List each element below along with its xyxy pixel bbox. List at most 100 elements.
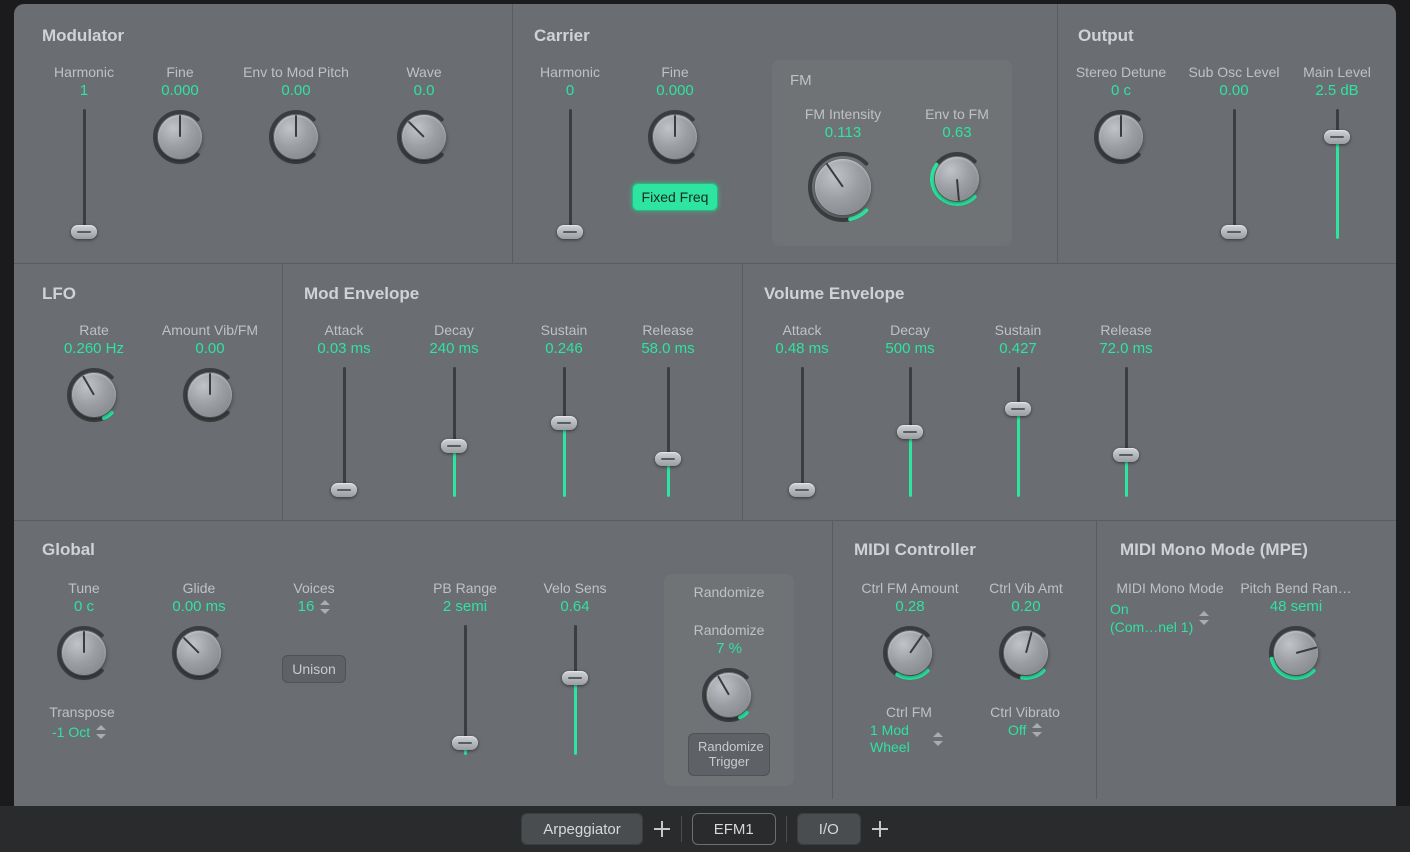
ctrl-vib-amt[interactable]: Ctrl Vib Amt 0.20 [976,580,1076,681]
output-stereo-detune-knob[interactable] [1093,109,1149,165]
modulator-fine-knob[interactable] [152,109,208,165]
output-main-level-slider[interactable] [1327,109,1347,239]
modulator-env-to-mod-pitch-knob[interactable] [268,109,324,165]
footer-separator [681,816,682,842]
global-transpose-select[interactable]: -1 Oct [52,724,106,740]
lfo-amount[interactable]: Amount Vib/FM 0.00 [150,322,270,423]
carrier-fine-knob[interactable] [647,109,703,165]
mpe-pitch-bend-range[interactable]: Pitch Bend Ran… 48 semi [1236,580,1356,681]
footer-bar: Arpeggiator EFM1 I/O [0,806,1410,852]
randomize-knob[interactable] [701,667,757,723]
footer-separator [786,816,787,842]
output-main-level[interactable]: Main Level 2.5 dB [1292,64,1382,239]
modulator-wave-knob[interactable] [396,109,452,165]
modulator-wave-label: Wave [406,64,441,80]
modulator-env-to-mod-pitch-label: Env to Mod Pitch [243,64,349,80]
midi-mono-mode-select[interactable]: On (Com…nel 1) [1110,600,1220,636]
output-sub-osc-slider[interactable] [1224,109,1244,239]
fm-intensity-value: 0.113 [825,124,861,141]
ctrl-fm-label: Ctrl FM [864,704,954,720]
output-main-level-value: 2.5 dB [1315,82,1358,99]
modulator-fine-value: 0.000 [161,82,199,99]
lfo-rate-label: Rate [79,322,109,338]
output-main-level-label: Main Level [1303,64,1371,80]
global-glide-knob[interactable] [171,625,227,681]
section-title-modulator: Modulator [42,26,124,46]
unison-button[interactable]: Unison [282,655,346,683]
carrier-fine[interactable]: Fine 0.000 Fixed Freq [630,64,720,211]
global-velo-sens[interactable]: Velo Sens 0.64 [530,580,620,755]
io-button[interactable]: I/O [797,813,861,845]
ctrl-vibrato-select[interactable]: Off [1008,722,1042,738]
chevrons-icon [1199,611,1209,625]
section-title-mod-envelope: Mod Envelope [304,284,419,304]
env-to-fm-label: Env to FM [925,106,989,122]
ctrl-fm-select[interactable]: 1 Mod Wheel [870,722,940,756]
output-sub-osc-level-label: Sub Osc Level [1188,64,1279,80]
arpeggiator-button[interactable]: Arpeggiator [521,813,643,845]
carrier-fine-label: Fine [661,64,688,80]
lfo-rate-knob[interactable] [66,367,122,423]
ctrl-fm-amount-knob[interactable] [882,625,938,681]
modulator-fine[interactable]: Fine 0.000 [140,64,220,165]
mod-env-sustain[interactable]: Sustain 0.246 [524,322,604,497]
vol-env-decay-slider[interactable] [900,367,920,497]
mpe-pitch-bend-range-knob[interactable] [1268,625,1324,681]
mod-env-attack[interactable]: Attack 0.03 ms [304,322,384,497]
chevrons-icon [1032,723,1042,737]
section-title-midi-controller: MIDI Controller [854,540,976,560]
lfo-amount-value: 0.00 [195,340,224,357]
synth-panel: Modulator Harmonic 1 Fine 0.000 Env to M… [14,4,1396,848]
add-before-plus-icon[interactable] [653,820,671,838]
lfo-amount-knob[interactable] [182,367,238,423]
section-title-carrier: Carrier [534,26,590,46]
global-tune[interactable]: Tune 0 c [44,580,124,681]
midi-mono-mode-label: MIDI Mono Mode [1110,580,1230,596]
env-to-fm-value: 0.63 [942,124,971,141]
lfo-rate[interactable]: Rate 0.260 Hz [44,322,144,423]
mod-env-attack-slider[interactable] [334,367,354,497]
vol-env-release-slider[interactable] [1116,367,1136,497]
carrier-harmonic-slider[interactable] [560,109,580,239]
ctrl-fm-amount[interactable]: Ctrl FM Amount 0.28 [850,580,970,681]
modulator-wave[interactable]: Wave 0.0 [384,64,464,165]
modulator-fine-label: Fine [166,64,193,80]
carrier-harmonic[interactable]: Harmonic 0 [530,64,610,239]
fm-intensity[interactable]: FM Intensity 0.113 [788,106,898,223]
section-title-lfo: LFO [42,284,76,304]
vol-env-sustain-slider[interactable] [1008,367,1028,497]
vol-env-release[interactable]: Release 72.0 ms [1086,322,1166,497]
mod-env-sustain-slider[interactable] [554,367,574,497]
randomize-amount[interactable]: Randomize 7 % [674,622,784,723]
global-transpose-label: Transpose [42,704,122,720]
modulator-env-to-mod-pitch[interactable]: Env to Mod Pitch 0.00 [236,64,356,165]
modulator-harmonic[interactable]: Harmonic 1 [44,64,124,239]
vol-env-attack-slider[interactable] [792,367,812,497]
global-velo-sens-slider[interactable] [565,625,585,755]
mod-env-decay-slider[interactable] [444,367,464,497]
ctrl-vib-amt-knob[interactable] [998,625,1054,681]
global-pb-range-slider[interactable] [455,625,475,755]
vol-env-sustain[interactable]: Sustain 0.427 [978,322,1058,497]
global-pb-range[interactable]: PB Range 2 semi [420,580,510,755]
section-title-midi-mono-mode: MIDI Mono Mode (MPE) [1120,540,1308,560]
global-glide[interactable]: Glide 0.00 ms [154,580,244,681]
vol-env-attack[interactable]: Attack 0.48 ms [762,322,842,497]
modulator-harmonic-slider[interactable] [74,109,94,239]
env-to-fm-knob[interactable] [929,151,985,207]
instrument-button[interactable]: EFM1 [692,813,776,845]
output-sub-osc-level[interactable]: Sub Osc Level 0.00 [1184,64,1284,239]
carrier-fixed-freq-button[interactable]: Fixed Freq [632,183,719,211]
mod-env-release[interactable]: Release 58.0 ms [628,322,708,497]
global-tune-knob[interactable] [56,625,112,681]
mod-env-release-slider[interactable] [658,367,678,497]
mod-env-decay[interactable]: Decay 240 ms [414,322,494,497]
randomize-group-title: Randomize [664,584,794,600]
global-voices[interactable]: Voices 16 Unison [274,580,354,683]
vol-env-decay[interactable]: Decay 500 ms [870,322,950,497]
add-after-plus-icon[interactable] [871,820,889,838]
randomize-trigger-button[interactable]: Randomize Trigger [688,733,770,776]
output-stereo-detune[interactable]: Stereo Detune 0 c [1066,64,1176,165]
env-to-fm[interactable]: Env to FM 0.63 [912,106,1002,207]
fm-intensity-knob[interactable] [807,151,879,223]
